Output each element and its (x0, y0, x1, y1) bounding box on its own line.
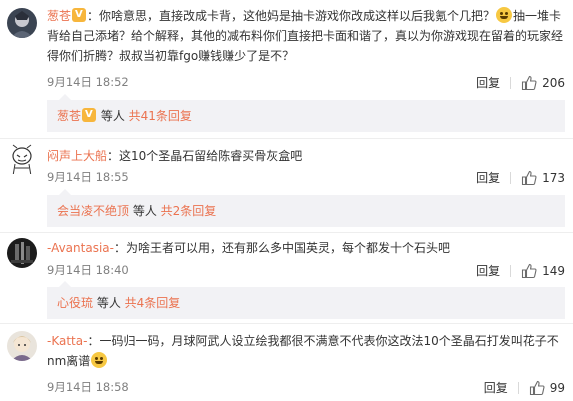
caret-icon (59, 94, 71, 100)
avatar[interactable] (7, 331, 37, 361)
view-replies-link[interactable]: 共4条回复 (125, 296, 181, 310)
comment-username[interactable]: 葱苍 (47, 9, 71, 23)
comment-text: -Katta-：一码归一码，月球阿武人设立绘我都很不满意不代表你这改法10个圣晶… (47, 334, 559, 368)
sub-replies-box[interactable]: 葱苍 等人 共41条回复 (47, 94, 565, 132)
reply-button[interactable]: 回复 (476, 262, 500, 279)
comment-text: 闷声上大船：这10个圣晶石留给陈睿买骨灰盒吧 (47, 149, 303, 163)
sub-reply-username[interactable]: 会当凌不绝顶 (57, 204, 129, 218)
sub-replies-box[interactable]: 会当凌不绝顶 等人 共2条回复 (47, 189, 565, 227)
comment-username[interactable]: -Katta- (47, 334, 87, 348)
like-button[interactable]: 206 (521, 75, 565, 91)
reply-button[interactable]: 回复 (476, 74, 500, 91)
divider (510, 171, 512, 184)
thumbs-up-icon (522, 170, 537, 185)
like-count: 173 (542, 170, 565, 185)
reply-button[interactable]: 回复 (476, 169, 500, 186)
thumbs-up-icon (529, 380, 545, 395)
thumbs-up-icon (522, 75, 537, 90)
comment-username[interactable]: 闷声上大船 (47, 149, 107, 163)
like-count: 149 (542, 263, 565, 278)
view-replies-link[interactable]: 共2条回复 (161, 204, 217, 218)
avatar[interactable] (7, 8, 37, 38)
grin-emoji-icon (91, 352, 108, 368)
avatar[interactable] (7, 238, 37, 268)
comment-time: 9月14日 18:55 (47, 170, 129, 184)
reply-button[interactable]: 回复 (484, 379, 508, 396)
smile-emoji-icon (496, 7, 513, 23)
like-count: 206 (542, 75, 565, 90)
sub-replies-box[interactable]: 心役琉 等人 共4条回复 (47, 281, 565, 319)
comment-text: 葱苍：你啥意思，直接改成卡背，这他妈是抽卡游戏你改成这样以后我氪个几把？抽一堆卡… (47, 6, 565, 66)
like-button[interactable]: 99 (529, 380, 565, 396)
avatar[interactable] (7, 144, 37, 174)
comment-time: 9月14日 18:40 (47, 263, 129, 277)
divider (510, 264, 512, 277)
caret-icon (59, 281, 71, 287)
divider (0, 138, 573, 139)
sub-reply-username[interactable]: 葱苍 (57, 109, 81, 123)
comment-username[interactable]: -Avantasia- (47, 241, 114, 255)
thumbs-up-icon (522, 263, 537, 278)
divider (0, 232, 573, 233)
comment-time: 9月14日 18:52 (47, 75, 129, 89)
sub-reply-username[interactable]: 心役琉 (57, 296, 93, 310)
divider (517, 381, 519, 394)
view-replies-link[interactable]: 共41条回复 (129, 109, 192, 123)
divider (0, 323, 573, 324)
caret-icon (59, 189, 71, 195)
divider (510, 76, 512, 89)
vip-badge-icon (82, 108, 97, 122)
like-count: 99 (549, 380, 565, 395)
like-button[interactable]: 149 (521, 263, 565, 279)
comment-time: 9月14日 18:58 (47, 380, 129, 394)
vip-badge-icon (72, 8, 87, 22)
comment-text: -Avantasia-：为啥王者可以用，还有那么多中国英灵，每个都发十个石头吧 (47, 241, 450, 255)
like-button[interactable]: 173 (521, 170, 565, 186)
